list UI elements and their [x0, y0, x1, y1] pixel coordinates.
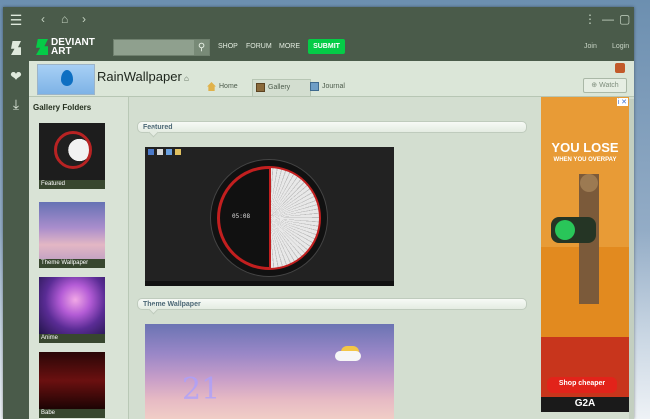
- login-link[interactable]: Login: [612, 43, 629, 50]
- home-tab-icon: [207, 82, 216, 91]
- gallery-folders-heading: Gallery Folders: [33, 103, 92, 112]
- weather-cloud-icon: [335, 351, 361, 361]
- tab-home[interactable]: Home: [204, 79, 238, 95]
- minimize-button[interactable]: —: [602, 12, 614, 26]
- watch-button[interactable]: ⊕ Watch: [583, 78, 627, 93]
- gallery-main: Featured 05:08 Theme Wallpaper 21: [129, 97, 544, 419]
- username[interactable]: RainWallpaper ⌂: [97, 69, 189, 84]
- folder-theme-wallpaper[interactable]: Theme Wallpaper: [39, 202, 105, 268]
- search-input[interactable]: ⚲: [113, 39, 210, 56]
- heart-icon[interactable]: ❤: [3, 63, 29, 89]
- tab-journal-label: Journal: [322, 83, 345, 90]
- title-bar: ‹ ⌂ › ⋮ — ▢ ✕: [29, 7, 634, 33]
- bear-mascot-icon: [615, 63, 625, 73]
- folder-thumb-babe: [39, 352, 105, 409]
- nav-shop[interactable]: SHOP: [218, 43, 238, 50]
- tab-gallery-label: Gallery: [268, 84, 291, 91]
- g2a-logo: G2A: [574, 398, 596, 409]
- tab-home-label: Home: [219, 83, 238, 90]
- folder-featured[interactable]: Featured: [39, 123, 105, 189]
- deviantart-icon[interactable]: [3, 35, 29, 61]
- username-text: RainWallpaper: [97, 69, 182, 84]
- folder-thumb-featured: [39, 123, 105, 180]
- section-theme-wallpaper-header[interactable]: Theme Wallpaper: [137, 298, 527, 315]
- search-icon[interactable]: ⚲: [194, 40, 209, 55]
- menu-icon[interactable]: ☰: [3, 7, 29, 33]
- tab-gallery[interactable]: Gallery: [252, 79, 311, 96]
- logo-mark-icon: [36, 39, 48, 55]
- folder-label-babe: Babe: [39, 409, 105, 418]
- theme-wallpaper-deviation[interactable]: 21: [145, 324, 394, 419]
- submit-button[interactable]: SUBMIT: [308, 39, 345, 54]
- maximize-button[interactable]: ▢: [619, 12, 630, 26]
- taskbar: [145, 281, 394, 286]
- back-icon[interactable]: ‹: [41, 12, 45, 26]
- ad-cta-button[interactable]: Shop cheaper: [547, 380, 617, 387]
- folder-babe[interactable]: Babe: [39, 352, 105, 418]
- clock-divider: [269, 168, 271, 268]
- folder-label-featured: Featured: [39, 180, 105, 189]
- home-icon[interactable]: ⌂: [61, 12, 68, 26]
- gallery-tab-icon: [256, 83, 265, 92]
- journal-tab-icon: [310, 82, 319, 91]
- clock-time: 05:08: [232, 213, 251, 220]
- nav-forum[interactable]: FORUM: [246, 43, 272, 50]
- ad-subline: WHEN YOU OVERPAY: [553, 157, 617, 163]
- more-options-icon[interactable]: ⋮: [584, 12, 596, 26]
- profile-header: RainWallpaper ⌂ Home Gallery Journal ⊕ W…: [29, 61, 634, 97]
- folder-anime[interactable]: Anime: [39, 277, 105, 343]
- folder-label-anime: Anime: [39, 334, 105, 343]
- tab-journal[interactable]: Journal: [307, 79, 345, 95]
- clock-thumb: [54, 131, 92, 169]
- app-window: ☰ ❤ ⤓ ‹ ⌂ › ⋮ — ▢ ✕ DEVIANT ART ⚲ SHOP F…: [3, 7, 634, 419]
- nav-more[interactable]: MORE: [279, 43, 300, 50]
- join-link[interactable]: Join: [584, 43, 597, 50]
- watch-label: Watch: [599, 82, 619, 89]
- avatar[interactable]: [37, 64, 95, 95]
- section-featured-header[interactable]: Featured: [137, 121, 527, 138]
- page-scrollbar[interactable]: [629, 99, 634, 419]
- water-drop-icon: [61, 70, 73, 86]
- featured-deviation[interactable]: 05:08: [145, 147, 394, 286]
- advertisement[interactable]: i ✕ YOU LOSE WHEN YOU OVERPAY Shop cheap…: [541, 97, 629, 412]
- desktop-icons: [148, 149, 184, 156]
- watch-icon: ⊕: [591, 82, 600, 89]
- left-sidebar: ☰ ❤ ⤓: [3, 7, 29, 419]
- wallpaper-number: 21: [182, 372, 221, 407]
- gallery-folders-panel: Gallery Folders Featured Theme Wallpaper…: [29, 97, 129, 419]
- ad-headline: YOU LOSE: [551, 140, 619, 155]
- deviantart-logo[interactable]: DEVIANT ART: [36, 38, 95, 57]
- logo-text-2: ART: [51, 46, 72, 57]
- forward-icon[interactable]: ›: [82, 12, 86, 26]
- folder-thumb-theme: [39, 202, 105, 259]
- folder-thumb-anime: [39, 277, 105, 334]
- download-icon[interactable]: ⤓: [3, 91, 29, 117]
- section-featured-title: Featured: [143, 124, 173, 131]
- group-icon: ⌂: [181, 74, 189, 83]
- folder-label-theme: Theme Wallpaper: [39, 259, 105, 268]
- ad-choices-icon[interactable]: i ✕: [616, 98, 628, 106]
- site-header: DEVIANT ART ⚲ SHOP FORUM MORE SUBMIT Joi…: [29, 33, 634, 61]
